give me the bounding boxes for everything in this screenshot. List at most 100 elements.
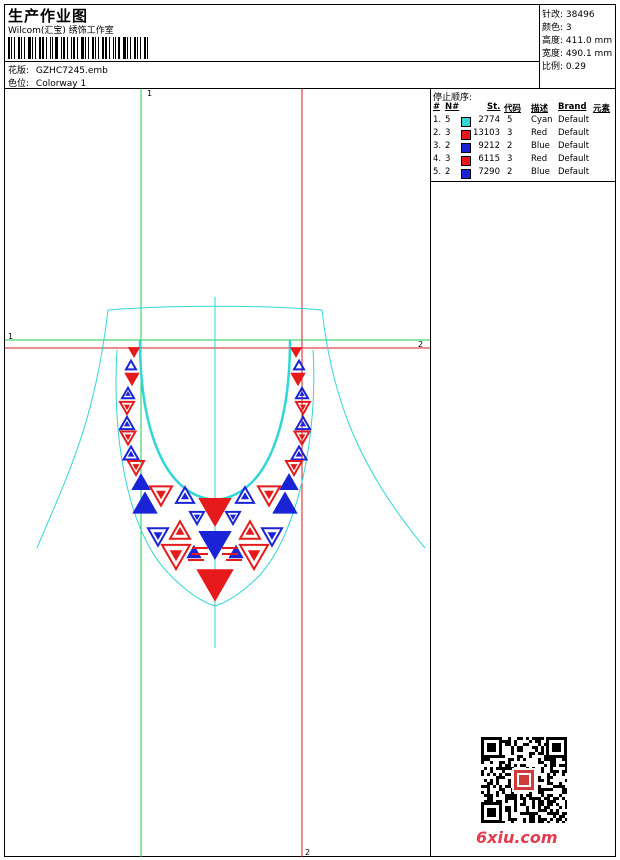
qr-finder-core: [487, 743, 496, 752]
barcode-bar: [130, 37, 131, 59]
qr-finder: [481, 737, 502, 740]
qr-module: [532, 806, 535, 809]
barcode-bar: [134, 37, 136, 59]
qr-module: [505, 785, 508, 788]
qr-module: [547, 782, 550, 785]
qr-module: [520, 755, 523, 758]
col-element: 元素: [593, 104, 611, 114]
qr-module: [532, 800, 535, 803]
qr-module: [511, 746, 514, 749]
qr-module: [532, 803, 535, 806]
qr-module: [496, 779, 499, 782]
qr-module: [529, 821, 532, 823]
qr-module: [556, 785, 559, 788]
qr-finder: [499, 737, 502, 758]
qr-module: [532, 818, 535, 821]
barcode-bar: [8, 37, 10, 59]
colorway-label: 色位:: [8, 79, 30, 89]
qr-module: [550, 794, 553, 797]
qr-module: [538, 785, 541, 788]
table-row: 3. 2 9212 2 Blue Default: [431, 141, 616, 154]
qr-module: [499, 761, 502, 764]
pattern-value: GZHC7245.emb: [35, 66, 108, 76]
company-name: Wilcom(汇宝) 绣饰工作室: [8, 26, 114, 36]
qr-module: [490, 782, 493, 785]
qr-module: [481, 758, 484, 761]
side-table-bottom: [430, 181, 616, 182]
qr-module: [547, 797, 550, 800]
qr-module: [502, 761, 505, 764]
qr-module: [496, 791, 499, 794]
qr-module: [532, 746, 535, 749]
table-cell: Default: [558, 167, 590, 177]
qr-module: [550, 767, 553, 770]
pattern-bar: [188, 559, 204, 561]
qr-module: [487, 788, 490, 791]
qr-module: [505, 800, 508, 803]
pattern-triangle: [124, 358, 138, 371]
color-swatch: [461, 169, 471, 179]
qr-finder: [481, 802, 502, 805]
qr-finder: [481, 737, 484, 758]
qr-module: [529, 797, 532, 800]
qr-module: [502, 788, 505, 791]
colorway-value: Colorway 1: [35, 79, 87, 89]
qr-module: [523, 803, 526, 806]
table-cell: Default: [558, 128, 590, 138]
qr-module: [529, 812, 532, 815]
qr-module: [544, 788, 547, 791]
qr-module: [547, 812, 550, 815]
qr-module: [526, 812, 529, 815]
barcode-bar: [88, 37, 89, 59]
qr-module: [550, 764, 553, 767]
barcode-bar: [95, 37, 96, 59]
qr-module: [520, 797, 523, 800]
table-cell: Blue: [531, 141, 550, 151]
qr-module: [508, 767, 511, 770]
qr-module: [556, 770, 559, 773]
qr-module: [559, 815, 562, 818]
qr-module: [526, 809, 529, 812]
qr-module: [538, 737, 541, 740]
qr-module: [523, 797, 526, 800]
qr-module: [514, 818, 517, 821]
qr-module: [532, 752, 535, 755]
qr-module: [541, 800, 544, 803]
qr-module: [505, 764, 508, 767]
qr-module: [529, 755, 532, 758]
qr-module: [508, 785, 511, 788]
qr-module: [538, 821, 541, 823]
barcode-bar: [81, 37, 84, 59]
pattern-info: 花版: GZHC7245.emb: [8, 63, 108, 76]
qr-module: [544, 806, 547, 809]
qr-module: [535, 737, 538, 740]
qr-module: [523, 812, 526, 815]
qr-module: [499, 767, 502, 770]
qr-module: [511, 797, 514, 800]
qr-module: [484, 779, 487, 782]
qr-module: [550, 782, 553, 785]
table-row: 1. 5 2774 5 Cyan Default: [431, 115, 616, 128]
qr-finder: [481, 802, 484, 823]
header-stats-divider: [539, 4, 540, 88]
barcode-bar: [98, 37, 99, 59]
qr-module: [553, 761, 556, 764]
color-swatch: [461, 143, 471, 153]
qr-module: [526, 737, 529, 740]
qr-module: [541, 803, 544, 806]
qr-module: [490, 761, 493, 764]
table-cell: 3: [507, 128, 513, 138]
pattern-triangle: [272, 491, 298, 514]
qr-module: [484, 758, 487, 761]
qr-module: [547, 794, 550, 797]
barcode-bar: [63, 37, 65, 59]
qr-module: [550, 812, 553, 815]
qr-module: [487, 758, 490, 761]
qr-module: [496, 767, 499, 770]
qr-module: [487, 797, 490, 800]
qr-module: [538, 791, 541, 794]
qr-module: [487, 773, 490, 776]
qr-module: [499, 788, 502, 791]
table-cell: 2: [507, 141, 513, 151]
qr-module: [565, 767, 567, 770]
